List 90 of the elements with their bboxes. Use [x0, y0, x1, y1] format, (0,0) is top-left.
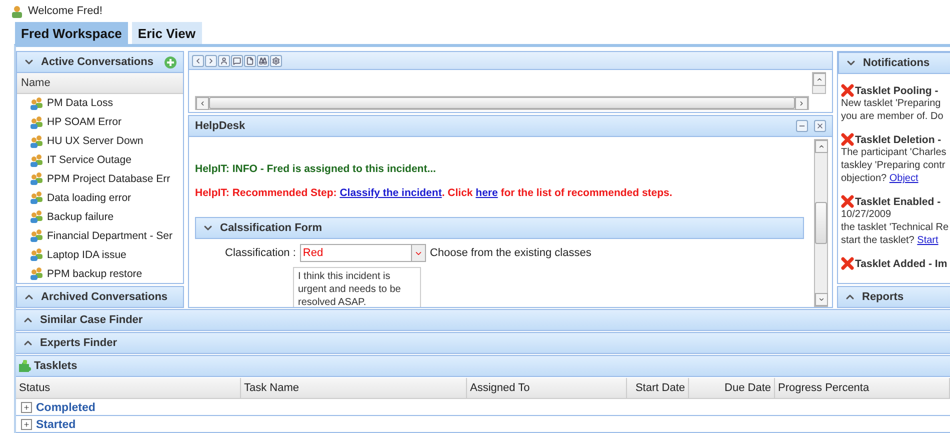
notification-text: the tasklet 'Technical Re [841, 221, 950, 234]
notification-link[interactable]: Object [889, 173, 918, 184]
section-header[interactable]: Archived Conversations [16, 286, 184, 308]
vertical-scrollbar[interactable] [814, 139, 828, 307]
section-title: Similar Case Finder [40, 314, 143, 326]
notification-title: Tasklet Deletion - [841, 133, 950, 146]
section-title: Tasklets [34, 360, 78, 372]
section-header[interactable]: Reports [837, 286, 950, 308]
people-icon [29, 116, 45, 129]
notification-text: you are member of. Do [841, 110, 944, 123]
people-icon [29, 229, 45, 242]
close-icon [816, 122, 824, 130]
column-header[interactable]: Name [17, 73, 183, 94]
people-icon [29, 172, 45, 186]
group-label: Started [36, 418, 76, 430]
panel-title: HelpDesk [195, 120, 246, 132]
notification-title: Tasklet Added - Im [841, 257, 950, 270]
notification-title: Tasklet Pooling - [841, 84, 950, 97]
scroll-thumb[interactable] [815, 202, 827, 244]
column-header[interactable]: Status [16, 378, 241, 399]
vertical-scrollbar[interactable] [812, 72, 826, 94]
cross-icon [841, 84, 854, 97]
conversation-item[interactable]: Financial Department - Ser [17, 226, 183, 246]
people-icon [29, 210, 45, 224]
notification-text: 10/27/2009 [841, 208, 892, 221]
classification-select[interactable]: Red [300, 244, 426, 262]
conversation-item[interactable]: HP SOAM Error [17, 112, 183, 132]
conversation-item[interactable]: PPM Project Database Err [17, 170, 183, 188]
conversation-item[interactable]: Laptop IDA issue [17, 245, 183, 264]
notification-text: The participant 'Charles [841, 146, 948, 159]
section-header[interactable]: Notifications [838, 52, 950, 74]
conversation-item[interactable]: PPM backup restore [17, 264, 183, 283]
field-label: Classification : [225, 247, 296, 259]
column-header[interactable]: Due Date [689, 378, 775, 399]
conversation-item[interactable]: Backup failure [17, 207, 183, 226]
cross-icon [841, 195, 854, 208]
notification-text: New tasklet 'Preparing [841, 97, 942, 110]
scroll-thumb[interactable] [209, 97, 795, 109]
helpdesk-message: HelpIT: INFO - Fred is assigned to this incident... [195, 163, 437, 175]
binoculars-icon[interactable] [257, 54, 269, 66]
conversation-item[interactable]: IT Service Outage [17, 150, 183, 170]
people-icon [29, 96, 45, 110]
workspace-tab[interactable]: Fred Workspace [15, 22, 128, 44]
notification-text: taskley 'Preparing contr [841, 159, 946, 172]
horizontal-scrollbar[interactable] [195, 96, 809, 110]
message-link[interactable]: here [476, 187, 498, 199]
people-icon [29, 267, 45, 280]
expand-icon[interactable] [21, 402, 32, 413]
welcome-text: Welcome Fred! [28, 5, 102, 17]
notification-link[interactable]: Start [917, 235, 938, 246]
page-icon[interactable] [244, 54, 256, 66]
people-icon [29, 191, 45, 204]
column-header[interactable]: Start Date [627, 378, 689, 399]
puzzle-icon [18, 359, 32, 373]
people-icon [29, 154, 45, 167]
section-header[interactable]: Similar Case Finder [16, 309, 950, 331]
people-icon [29, 134, 45, 148]
section-header[interactable]: Experts Finder [16, 332, 950, 354]
section-header[interactable]: Active Conversations [17, 52, 183, 73]
close-button[interactable] [814, 120, 826, 132]
message-link[interactable]: Classify the incident [340, 187, 442, 199]
column-header[interactable]: Assigned To [467, 378, 627, 399]
notification-title: Tasklet Enabled - [841, 195, 950, 208]
conversation-item[interactable]: Data loading error [17, 188, 183, 208]
notification-text: objection? Object [841, 172, 920, 185]
conversation-item[interactable]: HU UX Server Down [17, 132, 183, 151]
section-header[interactable]: Calssification Form [195, 217, 804, 239]
settings-icon[interactable] [270, 54, 282, 66]
field-hint: Choose from the existing classes [430, 247, 592, 259]
section-title: Archived Conversations [41, 291, 168, 303]
person-icon[interactable] [218, 54, 230, 66]
section-title: Reports [862, 291, 904, 303]
speech-bubble-icon[interactable] [231, 54, 243, 66]
section-title: Calssification Form [220, 222, 322, 234]
helpdesk-message: HelpIT: Recommended Step: Classify the incident. Click here for the list of recommended steps. [195, 187, 674, 199]
cross-icon [841, 133, 854, 146]
conversation-item[interactable]: PM Data Loss [17, 94, 183, 113]
column-header[interactable]: Task Name [241, 378, 467, 399]
group-label: Completed [36, 402, 96, 414]
section-title: Active Conversations [41, 56, 154, 68]
notification-text: start the tasklet? Start [841, 234, 940, 247]
minimize-button[interactable] [796, 120, 808, 132]
user-icon [10, 4, 24, 18]
section-title: Experts Finder [40, 337, 118, 349]
cross-icon [841, 257, 854, 270]
expand-icon[interactable] [21, 419, 32, 430]
section-title: Notifications [863, 57, 930, 69]
people-icon [29, 248, 45, 262]
column-header[interactable]: Progress Percenta [775, 378, 950, 399]
workspace-tab[interactable]: Eric View [132, 22, 202, 44]
